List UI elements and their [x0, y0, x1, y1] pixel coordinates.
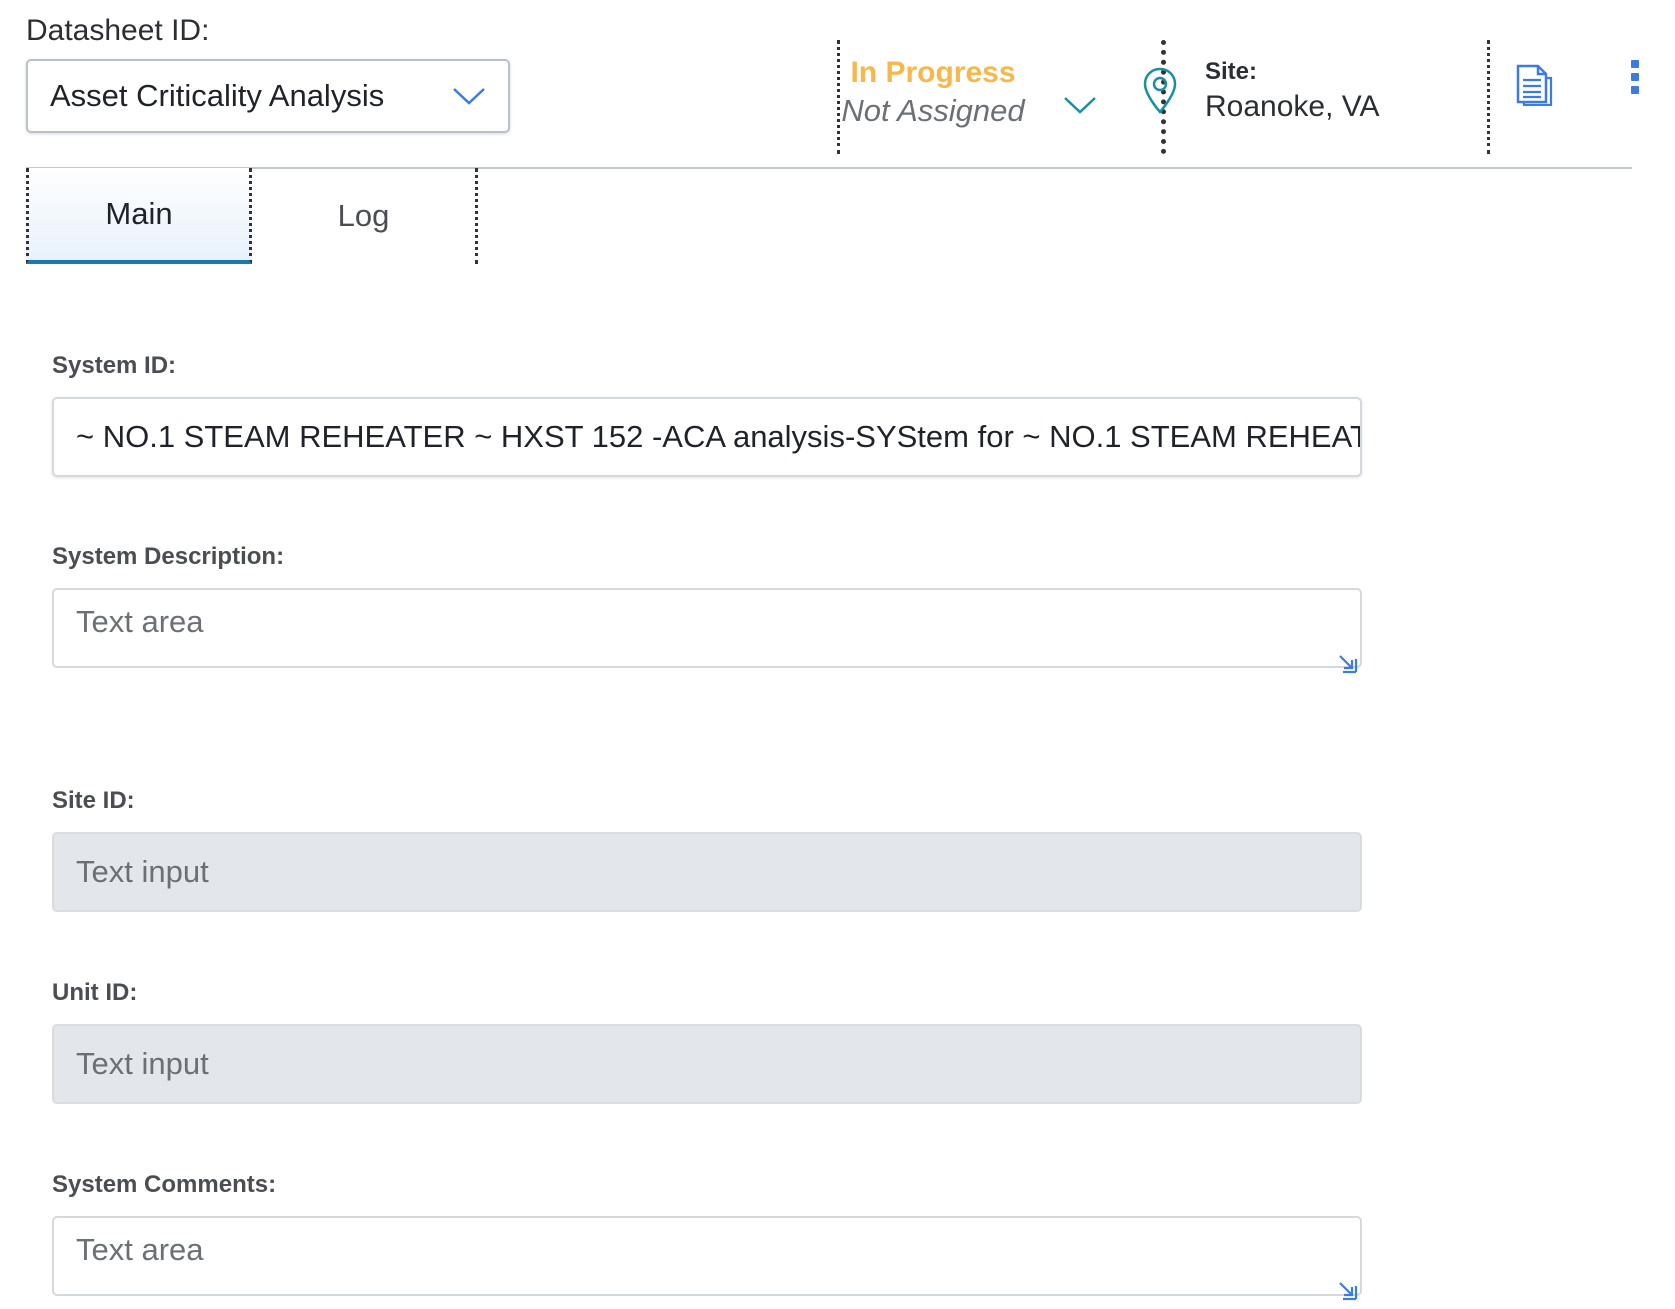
system-description-label: System Description: — [52, 543, 285, 570]
resize-handle-icon[interactable] — [1337, 653, 1359, 675]
system-description-field[interactable]: Text area — [52, 588, 1362, 668]
status-state: In Progress — [850, 56, 1016, 89]
unit-id-field: Text input — [52, 1024, 1362, 1104]
map-pin-icon — [1143, 67, 1177, 114]
system-comments-field[interactable]: Text area — [52, 1216, 1362, 1296]
unit-id-label: Unit ID: — [52, 979, 138, 1006]
status-assignee: Not Assigned — [841, 93, 1025, 128]
datasheet-id-select[interactable]: Asset Criticality Analysis — [26, 59, 510, 133]
site-label: Site: — [1205, 58, 1258, 85]
tab-log[interactable]: Log — [252, 168, 478, 264]
chevron-down-icon — [453, 88, 485, 105]
system-comments-label: System Comments: — [52, 1171, 277, 1198]
tab-main[interactable]: Main — [26, 168, 252, 264]
header-divider — [1487, 40, 1490, 154]
datasheet-id-label: Datasheet ID: — [26, 14, 210, 47]
status-indicator[interactable]: In Progress Not Assigned — [838, 56, 1028, 129]
site-id-label: Site ID: — [52, 787, 135, 814]
kebab-menu-icon[interactable] — [1628, 60, 1642, 100]
datasheet-id-value: Asset Criticality Analysis — [50, 78, 385, 113]
site-value: Roanoke, VA — [1205, 90, 1380, 123]
chevron-down-icon[interactable] — [1063, 95, 1097, 115]
system-id-label: System ID: — [52, 352, 177, 379]
document-icon[interactable] — [1514, 62, 1554, 106]
system-id-field[interactable]: ~ NO.1 STEAM REHEATER ~ HXST 152 -ACA an… — [52, 397, 1362, 477]
resize-handle-icon[interactable] — [1337, 1280, 1359, 1302]
site-id-field: Text input — [52, 832, 1362, 912]
